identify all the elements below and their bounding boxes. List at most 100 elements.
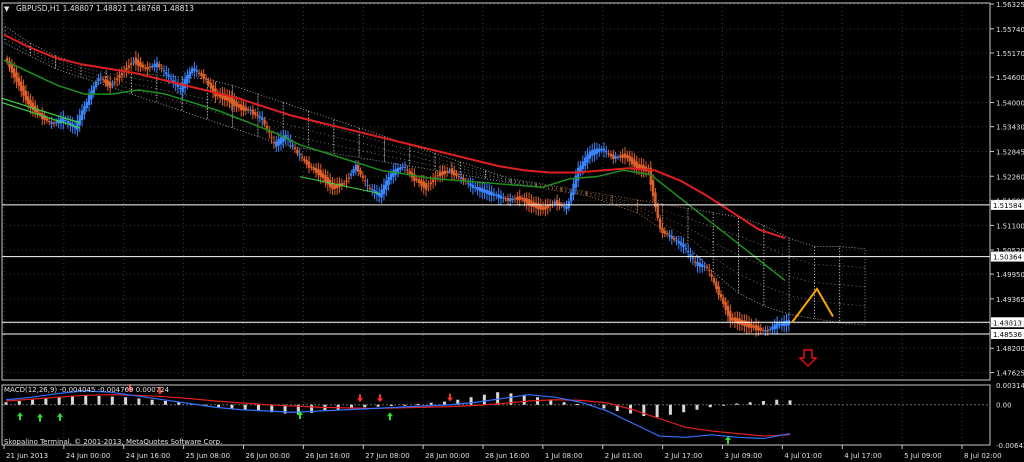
macd-bar [217,404,221,408]
candle-body [572,183,575,195]
candle-body [565,206,568,210]
candle-body [488,190,491,195]
candle-body [719,293,723,298]
candle-body [717,286,720,295]
candle-body [342,183,346,185]
candle-body [300,157,304,159]
candle-body [670,235,674,239]
candle-body [380,189,383,198]
candle-body [83,106,86,115]
price-tick-label: 1.52845 [996,148,1024,156]
trading-chart[interactable]: 1.515841.503641.488131.48536 1.563251.55… [0,0,1024,462]
candle-body [258,116,262,118]
macd-bar [17,400,21,405]
candle-body [469,183,472,186]
candle-body [111,83,114,86]
candle-body [724,301,727,310]
candle-body [179,88,182,90]
candle-body [235,101,238,107]
macd-bar [522,394,526,405]
candle-body [747,322,751,328]
candle-body [518,195,521,201]
macd-bar [363,404,367,408]
candle-body [12,68,16,78]
candle-body [581,161,585,170]
macd-bar [761,400,765,405]
candle-body [420,180,423,186]
candle-body [445,170,449,173]
candle-body [520,197,524,200]
candle-body [698,262,702,267]
candle-body [679,242,683,246]
candle-body [263,119,266,125]
candle-body [139,61,142,67]
candle-body [120,73,124,76]
time-tick-label: 2 Jul 01:00 [605,452,643,460]
candle-body [708,269,711,271]
candle-body [544,205,547,210]
candle-body [635,161,638,169]
candle-body [158,64,161,68]
candle-body [710,274,713,277]
candle-body [459,177,463,179]
price-tick-label: 1.53430 [996,124,1024,132]
candle-body [457,176,461,178]
candle-body [455,173,458,176]
candle-body [677,241,681,244]
candle-body [771,326,774,330]
copyright-text: Skopalino Terminal, © 2001-2013, MetaQuo… [4,438,222,446]
candle-body [204,78,208,80]
macd-bar [110,396,114,405]
candle-body [352,169,355,174]
macd-bar [708,404,712,408]
candle-body [729,310,732,322]
candle-body [516,197,519,200]
candle-body [569,192,573,202]
candle-body [399,167,402,170]
candle-body [726,306,730,316]
candle-body [743,320,746,327]
macd-label: MACD(12,26,9) -0.004045 -0.004769 0.0007… [4,386,170,394]
time-tick-label: 26 Jun 16:00 [305,452,349,460]
candle-body [141,64,145,68]
time-tick-label: 4 Jul 17:00 [844,452,882,460]
candle-body [703,265,706,268]
candle-body [132,61,135,63]
candle-body [366,184,369,186]
candle-body [230,97,234,105]
candle-body [661,227,664,233]
macd-bar [575,404,579,406]
candle-body [347,177,351,179]
candle-body [490,191,493,196]
candle-body [478,187,482,192]
candle-body [305,160,308,165]
candle-body [382,184,386,194]
candle-body [689,254,692,256]
candle-body [485,190,489,194]
candle-body [598,148,601,153]
candle-body [169,78,173,80]
candle-body [778,323,781,326]
candle-body [389,173,393,180]
candle-body [537,203,540,210]
candle-body [424,183,428,190]
candle-body [270,137,273,139]
candle-body [22,86,25,96]
dropdown-arrow-icon[interactable]: ▼ [4,5,10,13]
level-label[interactable]: 1.48536 [993,331,1022,339]
candle-body [675,240,678,242]
candle-body [422,181,425,188]
macd-bar [602,404,606,409]
candle-body [474,187,477,189]
macd-bar [243,404,247,410]
candle-body [385,180,388,190]
candle-body [452,170,456,176]
candle-body [403,166,407,168]
candle-body [195,70,198,72]
candle-body [200,73,203,76]
macd-bar [429,402,433,405]
candle-body [656,205,659,219]
candle-body [92,86,95,94]
candle-body [513,198,517,200]
macd-bar [788,400,792,405]
